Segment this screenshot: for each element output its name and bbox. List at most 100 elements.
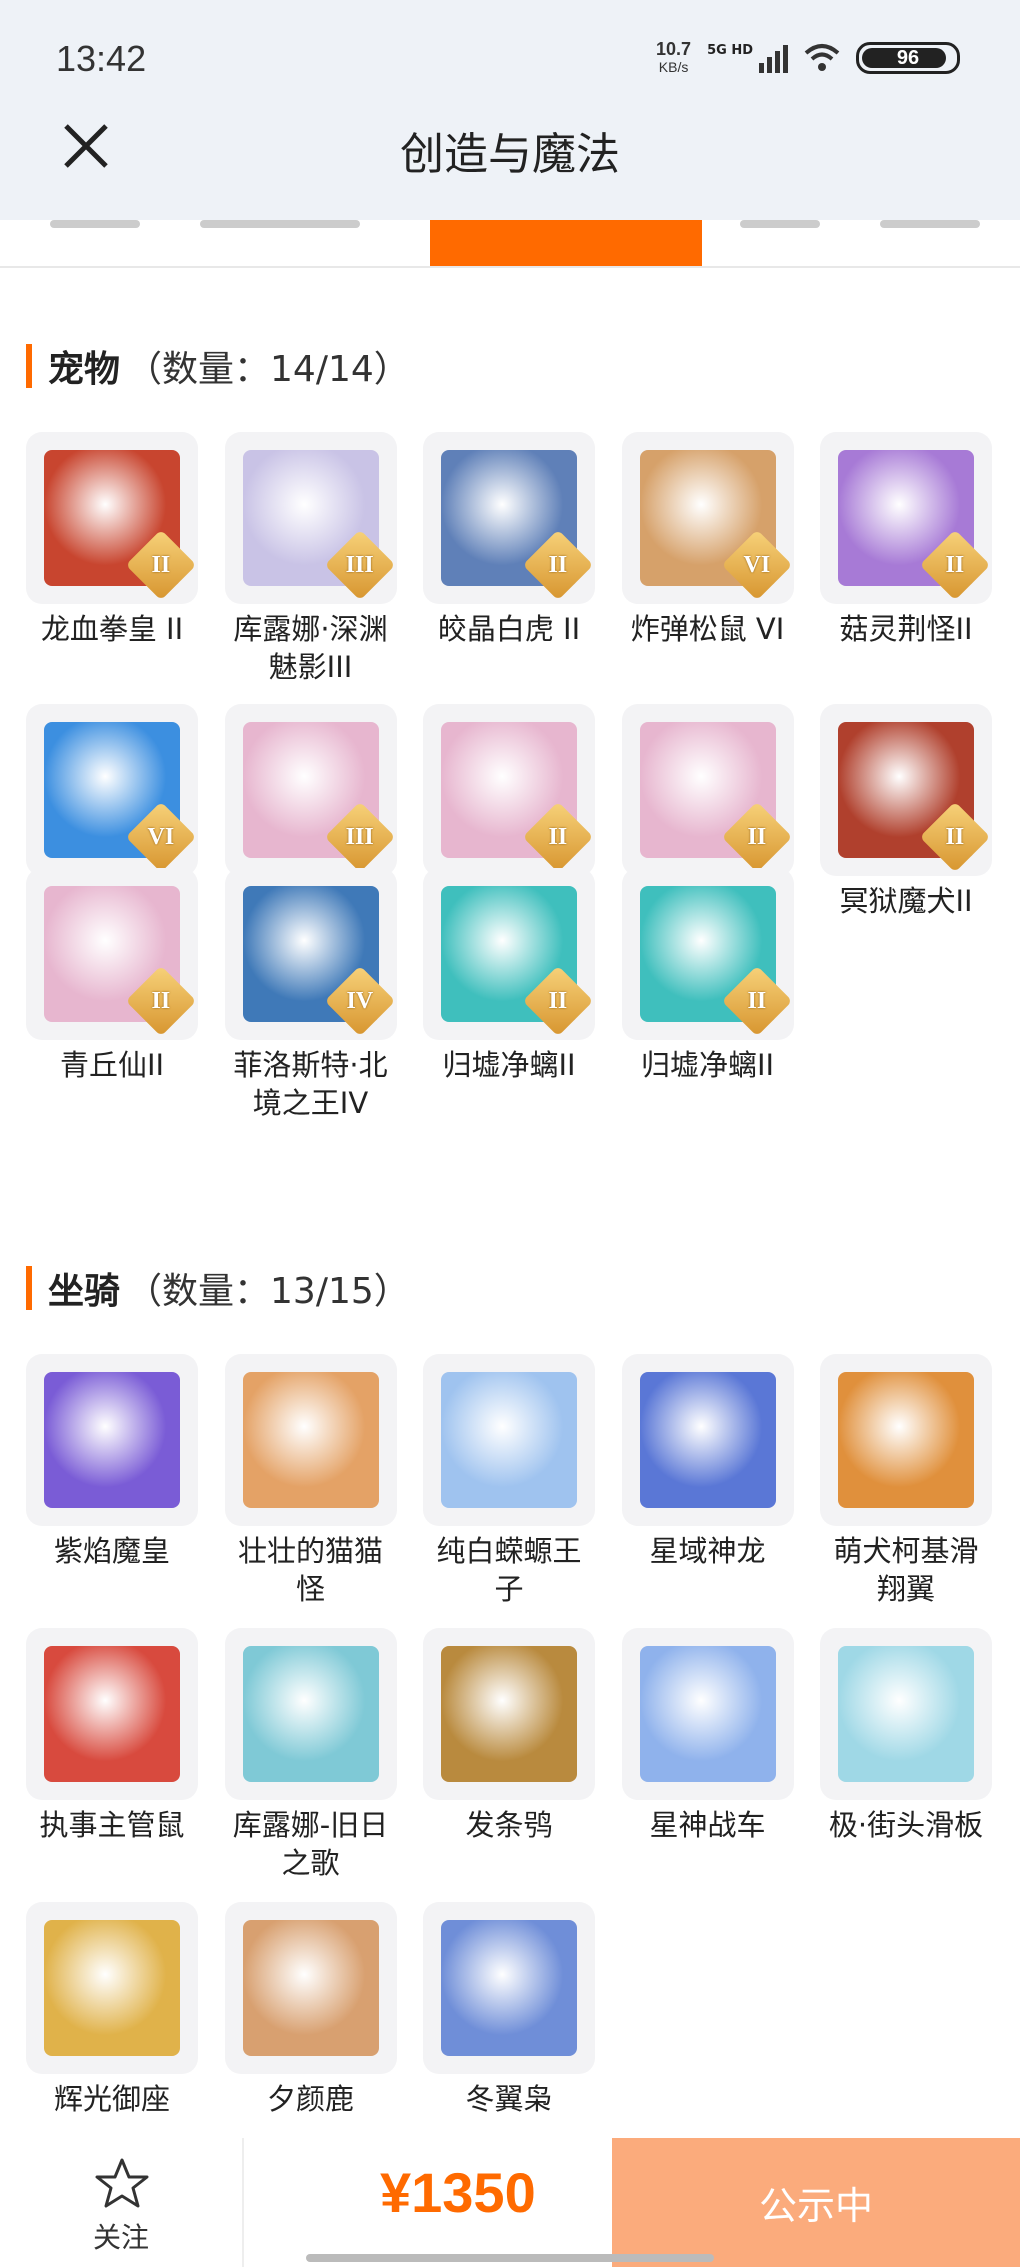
mounts-section-title: 坐骑 （数量：13/15） bbox=[26, 1262, 410, 1314]
mounts-item-image bbox=[26, 1354, 198, 1526]
mounts-item-image bbox=[26, 1902, 198, 2074]
mounts-item-art bbox=[441, 1646, 577, 1782]
mounts-item[interactable]: 萌犬柯基滑翔翼 bbox=[820, 1354, 992, 1608]
mounts-item-label: 萌犬柯基滑翔翼 bbox=[833, 1534, 979, 1606]
cellular-signal-icon: 5G HD bbox=[707, 43, 788, 73]
pets-item[interactable]: III 库露娜·深渊魅影III bbox=[224, 432, 397, 686]
tab-strip bbox=[0, 220, 1020, 268]
mounts-item-label: 紫焰魔皇 bbox=[53, 1534, 170, 1568]
mounts-item-art bbox=[44, 1920, 180, 2056]
pets-item[interactable]: II 龙血拳皇 II bbox=[26, 432, 198, 648]
pets-item-image: III bbox=[224, 704, 397, 876]
mounts-item-image bbox=[621, 1354, 794, 1526]
pets-item[interactable]: II 菇灵荆怪II bbox=[820, 432, 992, 648]
mounts-item-art bbox=[242, 1372, 379, 1508]
mounts-item[interactable]: 冬翼枭 bbox=[423, 1902, 595, 2118]
pets-item-label: 菇灵荆怪II bbox=[839, 612, 973, 646]
mounts-item-image bbox=[820, 1628, 992, 1800]
pets-item-label: 青丘仙II bbox=[59, 1048, 165, 1082]
mounts-item-art bbox=[441, 1920, 577, 2056]
mounts-item-image bbox=[423, 1628, 595, 1800]
mounts-item-label: 冬翼枭 bbox=[465, 2082, 553, 2116]
pets-item-label: 龙血拳皇 II bbox=[40, 612, 184, 646]
status-time: 13:42 bbox=[56, 38, 147, 79]
pets-item-image: VI bbox=[26, 704, 198, 876]
mounts-item[interactable]: 壮壮的猫猫怪 bbox=[224, 1354, 397, 1608]
star-icon bbox=[95, 2158, 149, 2208]
publicity-button[interactable]: 公示中 bbox=[612, 2138, 1020, 2267]
pets-item-label: 归墟净螭II bbox=[442, 1048, 576, 1082]
mounts-item[interactable]: 库露娜-旧日之歌 bbox=[224, 1628, 397, 1882]
mounts-item-art bbox=[44, 1646, 180, 1782]
wifi-icon bbox=[804, 44, 840, 71]
follow-button[interactable]: 关注 bbox=[0, 2138, 244, 2267]
tab-active[interactable] bbox=[430, 220, 702, 266]
pets-item[interactable]: II 归墟净螭II bbox=[423, 868, 595, 1084]
page-title: 创造与魔法 bbox=[400, 129, 620, 180]
bottom-bar: 关注 ¥1350 公示中 bbox=[0, 2138, 1020, 2267]
mounts-item-image bbox=[423, 1902, 595, 2074]
mounts-item-image bbox=[423, 1354, 595, 1526]
pets-item-label: 库露娜·深渊魅影III bbox=[233, 612, 388, 684]
pets-item-label: 归墟净螭II bbox=[640, 1048, 775, 1082]
pets-item-image: II bbox=[621, 704, 794, 876]
mounts-item-label: 极·街头滑板 bbox=[828, 1808, 984, 1842]
mounts-item-label: 星域神龙 bbox=[649, 1534, 766, 1568]
pets-section-title: 宠物 （数量：14/14） bbox=[26, 340, 410, 392]
mounts-item-label: 壮壮的猫猫怪 bbox=[237, 1534, 383, 1606]
mounts-item-art bbox=[242, 1646, 379, 1782]
pets-item-label: 冥狱魔犬II bbox=[839, 884, 973, 918]
mounts-item-label: 库露娜-旧日之歌 bbox=[232, 1808, 389, 1880]
mounts-item-art bbox=[44, 1372, 180, 1508]
pets-item[interactable]: II 皎晶白虎 II bbox=[423, 432, 595, 648]
mounts-item-label: 发条鸮 bbox=[465, 1808, 553, 1842]
mounts-item[interactable]: 极·街头滑板 bbox=[820, 1628, 992, 1844]
pets-item-image: II bbox=[820, 704, 992, 876]
pets-item[interactable]: II 冥狱魔犬II bbox=[820, 704, 992, 920]
price: ¥1350 bbox=[380, 2161, 536, 2224]
mounts-item-label: 辉光御座 bbox=[53, 2082, 170, 2116]
battery-icon: 96 bbox=[856, 42, 960, 74]
mounts-item-label: 纯白蝾螈王子 bbox=[436, 1534, 582, 1606]
mounts-item-label: 夕颜鹿 bbox=[266, 2082, 354, 2116]
pets-item[interactable]: VI 炸弹松鼠 VI bbox=[621, 432, 794, 648]
mounts-item-art bbox=[639, 1372, 776, 1508]
mounts-item-art bbox=[838, 1646, 974, 1782]
status-icons: 10.7 KB/s 5G HD 96 bbox=[656, 40, 960, 76]
pets-item-image: III bbox=[224, 432, 397, 604]
mounts-item[interactable]: 星神战车 bbox=[621, 1628, 794, 1844]
mounts-item[interactable]: 夕颜鹿 bbox=[224, 1902, 397, 2118]
pets-item-image: II bbox=[423, 868, 595, 1040]
pets-item-label: 炸弹松鼠 VI bbox=[630, 612, 785, 646]
mounts-item[interactable]: 紫焰魔皇 bbox=[26, 1354, 198, 1570]
pets-item-image: II bbox=[423, 704, 595, 876]
mounts-item-label: 执事主管鼠 bbox=[39, 1808, 185, 1842]
pets-item-label: 菲洛斯特·北境之王IV bbox=[233, 1048, 388, 1120]
pets-item[interactable]: II 归墟净螭II bbox=[621, 868, 794, 1084]
pets-item-image: IV bbox=[224, 868, 397, 1040]
pets-item-image: II bbox=[26, 868, 198, 1040]
pets-item-image: II bbox=[621, 868, 794, 1040]
mounts-item-label: 星神战车 bbox=[649, 1808, 766, 1842]
pets-item-image: II bbox=[423, 432, 595, 604]
pets-item-label: 皎晶白虎 II bbox=[437, 612, 581, 646]
net-speed: 10.7 KB/s bbox=[656, 39, 692, 75]
mounts-item-image bbox=[26, 1628, 198, 1800]
mounts-item[interactable]: 纯白蝾螈王子 bbox=[423, 1354, 595, 1608]
mounts-item[interactable]: 发条鸮 bbox=[423, 1628, 595, 1844]
mounts-item-art bbox=[441, 1372, 577, 1508]
mounts-item-image bbox=[224, 1354, 397, 1526]
mounts-item-art bbox=[639, 1646, 776, 1782]
mounts-item-image bbox=[224, 1902, 397, 2074]
mounts-item[interactable]: 辉光御座 bbox=[26, 1902, 198, 2118]
mounts-item[interactable]: 执事主管鼠 bbox=[26, 1628, 198, 1844]
pets-item[interactable]: II 青丘仙II bbox=[26, 868, 198, 1084]
mounts-item-image bbox=[621, 1628, 794, 1800]
pets-item[interactable]: IV 菲洛斯特·北境之王IV bbox=[224, 868, 397, 1122]
follow-label: 关注 bbox=[92, 2221, 149, 2254]
mounts-item[interactable]: 星域神龙 bbox=[621, 1354, 794, 1570]
pets-item-image: II bbox=[26, 432, 198, 604]
mounts-item-art bbox=[242, 1920, 379, 2056]
mounts-item-image bbox=[224, 1628, 397, 1800]
mounts-item-art bbox=[838, 1372, 974, 1508]
